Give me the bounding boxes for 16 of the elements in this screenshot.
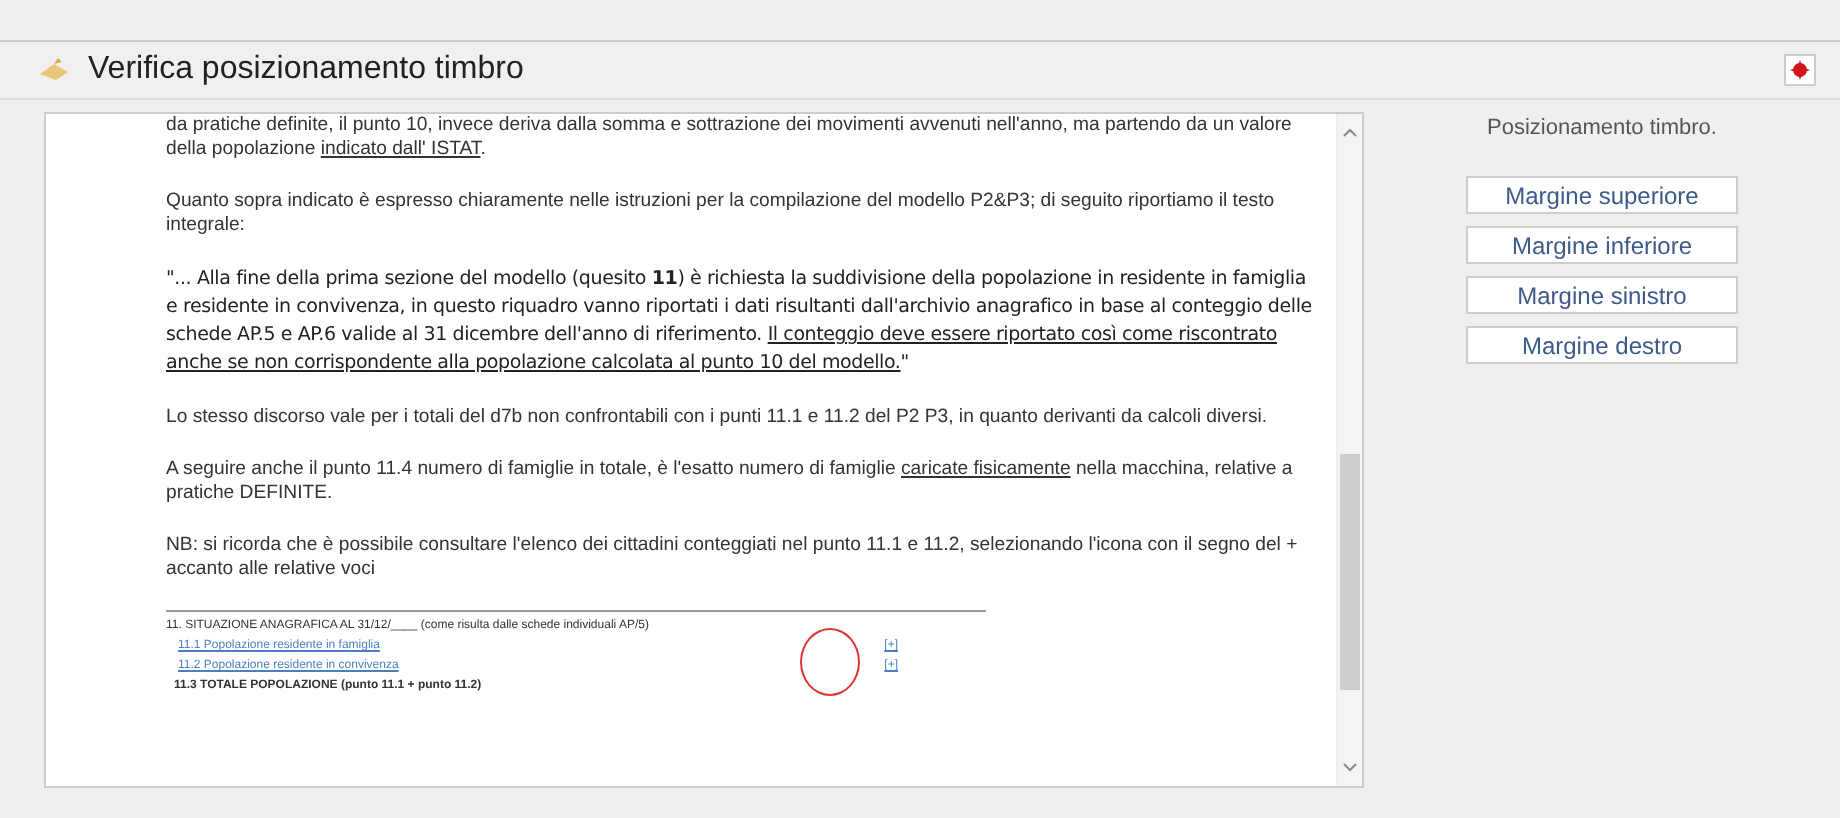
paragraph: da pratiche definite, il punto 10, invece deriva dalla somma e sottrazione dei movimenti avvenuti nell'anno, ma partendo da un valore della popolazione indicato dall' ISTAT.	[166, 114, 1294, 162]
margin-button[interactable]: Margine inferiore	[1466, 226, 1738, 264]
paragraph: A seguire anche il punto 11.4 numero di famiglie in totale, è l'esatto numero di famiglie caricate fisicamente nella macchina, relative a pratiche DEFINITE.	[166, 458, 1295, 506]
quoted-paragraph: "... Alla fine della prima sezione del modello (quesito 11) è richiesta la suddivisione della popolazione in residente in famiglia e residente in convivenza, in questo riquadro vanno riportati i dati risultanti dall'archivio anagrafico in base al conteggio delle schede AP.5 e AP.6 valide al 31 dicembre dell'anno di riferimento. Il conteggio deve essere riportato così come riscontrato anche se non corrispondente alla popolazione calcolata al punto 10 del modello."	[166, 266, 1314, 378]
margin-button[interactable]: Margine destro	[1466, 326, 1738, 364]
panel-title: Posizionamento timbro.	[1487, 116, 1717, 140]
window-title: Verifica posizionamento timbro	[88, 52, 526, 88]
annotation-circle	[800, 628, 860, 696]
margin-button[interactable]: Margine sinistro	[1466, 276, 1738, 314]
paragraph: NB: si ricorda che è possibile consultare l'elenco dei cittadini conteggiati nel punto 11.1 e 11.2, selezionando l'icona con il segno del + accanto alle relative voci	[166, 534, 1300, 582]
paragraph: Quanto sopra indicato è espresso chiaramente nelle istruzioni per la compilazione del modello P2&P3; di seguito riportiamo il testo integrale:	[166, 190, 1277, 238]
close-icon[interactable]	[1784, 54, 1816, 86]
scrollbar-drawing[interactable]	[1336, 114, 1362, 786]
margin-button[interactable]: Margine superiore	[1466, 176, 1738, 214]
stamp-icon	[36, 56, 72, 84]
paragraph: Lo stesso discorso vale per i totali del d7b non confrontabili con i punti 11.1 e 11.2 del P2 P3, in quanto derivanti da calcoli diversi.	[166, 406, 1270, 430]
